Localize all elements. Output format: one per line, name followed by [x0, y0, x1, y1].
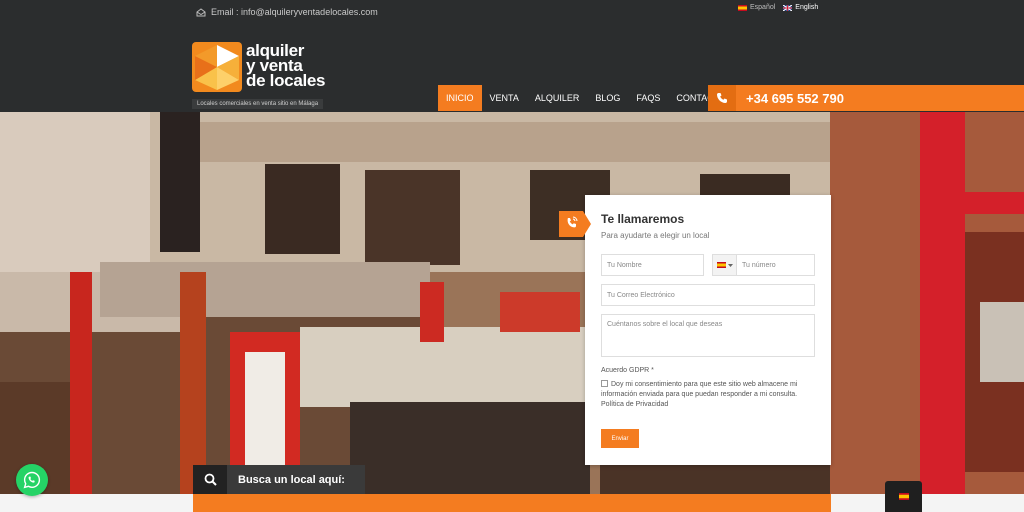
brand-line-3: de locales [246, 71, 326, 90]
spain-flag-icon [716, 262, 726, 268]
language-switcher: Español English [738, 4, 818, 11]
form-subtitle: Para ayudarte a elegir un local [601, 231, 710, 240]
nav-blog[interactable]: BLOG [587, 85, 628, 111]
search-filters-bar [193, 494, 831, 512]
lang-en-label: English [795, 4, 819, 11]
email-contact[interactable]: Email : info@alquileryventadelocales.com [196, 7, 378, 17]
bottom-band [0, 494, 1024, 512]
phone-placeholder: Tu número [742, 261, 776, 269]
gdpr-label: Acuerdo GDPR * [601, 367, 654, 374]
phone-banner[interactable]: +34 695 552 790 [708, 85, 1024, 111]
consent-checkbox[interactable] [601, 380, 608, 387]
phone-call-icon [559, 211, 591, 237]
logo-icon[interactable] [192, 42, 242, 92]
uk-flag-icon [783, 4, 793, 11]
name-field[interactable]: Tu Nombre [601, 254, 704, 276]
nav-faqs[interactable]: FAQS [628, 85, 668, 111]
submit-button[interactable]: Enviar [601, 429, 639, 448]
language-float-button[interactable] [885, 481, 922, 512]
spain-flag-icon [738, 4, 747, 11]
lang-es-label: Español [750, 4, 776, 11]
search-icon [204, 473, 217, 486]
nav-alquiler[interactable]: ALQUILER [527, 85, 588, 111]
nav-inicio[interactable]: INICIO [438, 85, 482, 111]
message-field[interactable]: Cuéntanos sobre el local que deseas [601, 314, 815, 357]
form-title: Te llamaremos [601, 212, 685, 226]
consent-text: Doy mi consentimiento para que este siti… [601, 381, 798, 408]
consent-row: Doy mi consentimiento para que este siti… [601, 380, 817, 410]
phone-icon-box [708, 85, 736, 111]
hero-image [0, 112, 1024, 494]
phone-number: +34 695 552 790 [746, 90, 844, 106]
email-field[interactable]: Tu Correo Electrónico [601, 284, 815, 306]
brand-name[interactable]: alquiler y venta de locales [246, 42, 326, 90]
search-button[interactable] [193, 465, 227, 494]
lang-es[interactable]: Español [738, 4, 775, 11]
email-text: Email : info@alquileryventadelocales.com [211, 7, 378, 17]
chevron-down-icon [727, 263, 733, 267]
phone-field[interactable]: Tu número [712, 254, 815, 276]
email-placeholder: Tu Correo Electrónico [607, 291, 675, 299]
whatsapp-icon [23, 471, 41, 489]
site-header: alquiler y venta de locales Locales come… [0, 26, 1024, 112]
phone-icon [717, 93, 727, 103]
restaurant-photo [0, 112, 1024, 494]
main-nav: INICIO VENTA ALQUILER BLOG FAQS CONTACTO [438, 85, 734, 111]
envelope-icon [196, 7, 206, 16]
name-placeholder: Tu Nombre [607, 261, 642, 269]
country-code-selector[interactable] [713, 255, 737, 275]
top-bar: Email : info@alquileryventadelocales.com… [0, 0, 1024, 26]
lang-en[interactable]: English [783, 4, 818, 11]
spain-flag-icon [898, 493, 909, 500]
brand-tagline: Locales comerciales en venta sitio en Má… [192, 99, 324, 109]
nav-venta[interactable]: VENTA [482, 85, 527, 111]
callback-form: Te llamaremos Para ayudarte a elegir un … [585, 195, 831, 465]
whatsapp-button[interactable] [16, 464, 48, 496]
message-placeholder: Cuéntanos sobre el local que deseas [607, 321, 723, 328]
search-label: Busca un local aquí: [227, 465, 365, 494]
